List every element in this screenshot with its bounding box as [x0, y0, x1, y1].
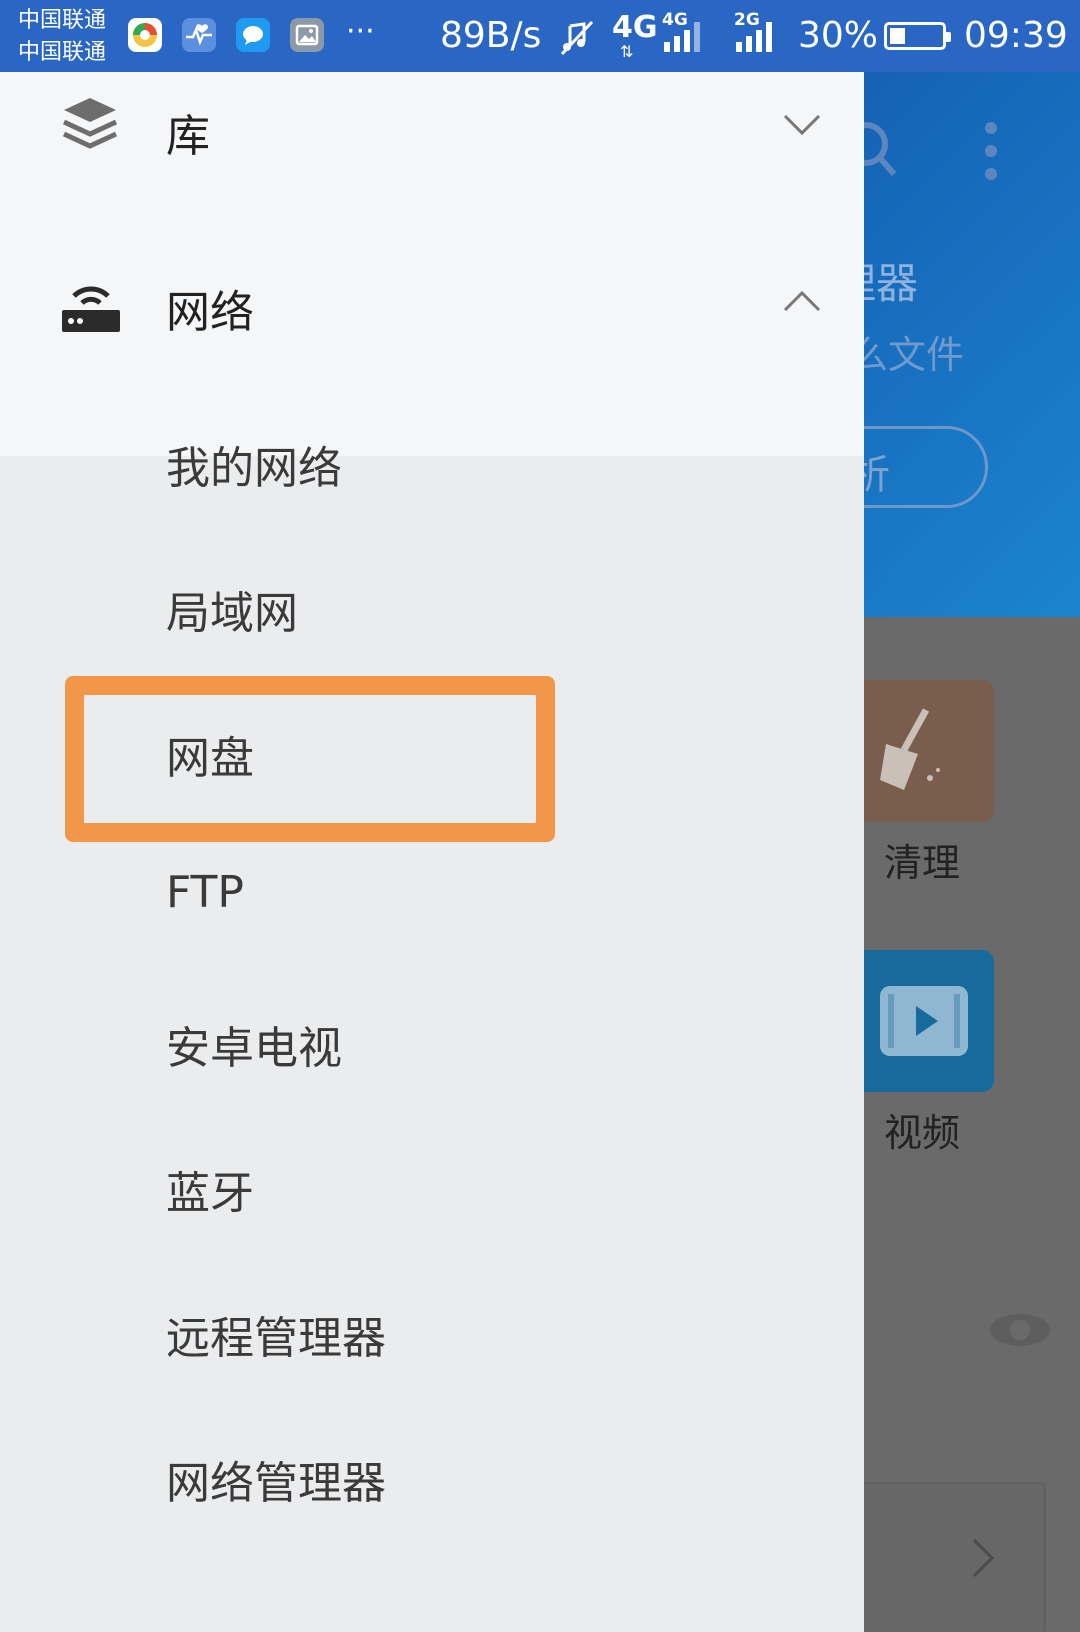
menu-item-lan[interactable]: 局域网 — [166, 577, 298, 641]
gallery-app-icon — [290, 18, 324, 52]
menu-item-ftp[interactable]: FTP — [166, 867, 244, 918]
bg-analyze-label: 析 — [864, 452, 890, 498]
eye-icon — [988, 1310, 1052, 1354]
library-section-header[interactable]: 库 — [0, 72, 864, 254]
highlight-box — [65, 676, 555, 842]
background-app[interactable]: 理器 么文件 析 清理 视频 — [864, 72, 1080, 1632]
menu-item-network-manager[interactable]: 网络管理器 — [166, 1447, 386, 1511]
mute-icon — [558, 18, 598, 62]
bg-title: 理器 — [864, 259, 919, 308]
layers-icon — [60, 94, 120, 160]
network-speed: 89B/s — [440, 15, 542, 56]
more-options-icon — [976, 120, 1006, 190]
bg-subtitle: 么文件 — [864, 333, 965, 377]
navigation-drawer: 库 网络 我的网络 局域网 网盘 FTP 安卓电视 蓝牙 远程管理器 网络管理器 — [0, 72, 864, 1632]
menu-item-bluetooth[interactable]: 蓝牙 — [166, 1157, 254, 1221]
library-title: 库 — [166, 111, 210, 162]
carrier-2: 中国联通 — [18, 40, 107, 65]
battery-icon — [884, 22, 951, 50]
network-1-indicator: 4G ⇅ — [612, 10, 658, 61]
more-notifications-icon: ··· — [346, 14, 375, 49]
bg-clean-label: 清理 — [884, 841, 961, 885]
carrier-1: 中国联通 — [18, 8, 107, 33]
menu-item-my-network[interactable]: 我的网络 — [166, 432, 342, 496]
browser-app-icon — [128, 18, 162, 52]
network-title: 网络 — [166, 287, 254, 338]
clock: 09:39 — [964, 15, 1068, 56]
signal-2-icon: 2G — [734, 10, 780, 52]
chevron-up-icon[interactable] — [782, 288, 822, 318]
health-app-icon — [182, 18, 216, 52]
bg-card — [864, 1482, 1046, 1632]
bg-video-tile — [864, 950, 994, 1092]
chevron-down-icon[interactable] — [782, 112, 822, 142]
message-app-icon — [236, 18, 270, 52]
router-icon — [60, 276, 122, 340]
network-section-header[interactable]: 网络 — [0, 254, 864, 456]
menu-item-remote-manager[interactable]: 远程管理器 — [166, 1302, 386, 1366]
status-bar: 中国联通 中国联通 ··· 89B/s 4G ⇅ 4G 2G 30% 09:39 — [0, 0, 1080, 72]
chevron-right-icon — [968, 1536, 998, 1584]
signal-1-icon: 4G — [662, 10, 708, 52]
battery-percent: 30% — [798, 15, 879, 56]
data-arrows-icon: ⇅ — [620, 42, 634, 61]
search-icon — [864, 116, 910, 190]
bg-clean-tile — [864, 680, 994, 822]
menu-item-android-tv[interactable]: 安卓电视 — [166, 1012, 342, 1076]
bg-video-label: 视频 — [884, 1111, 961, 1155]
